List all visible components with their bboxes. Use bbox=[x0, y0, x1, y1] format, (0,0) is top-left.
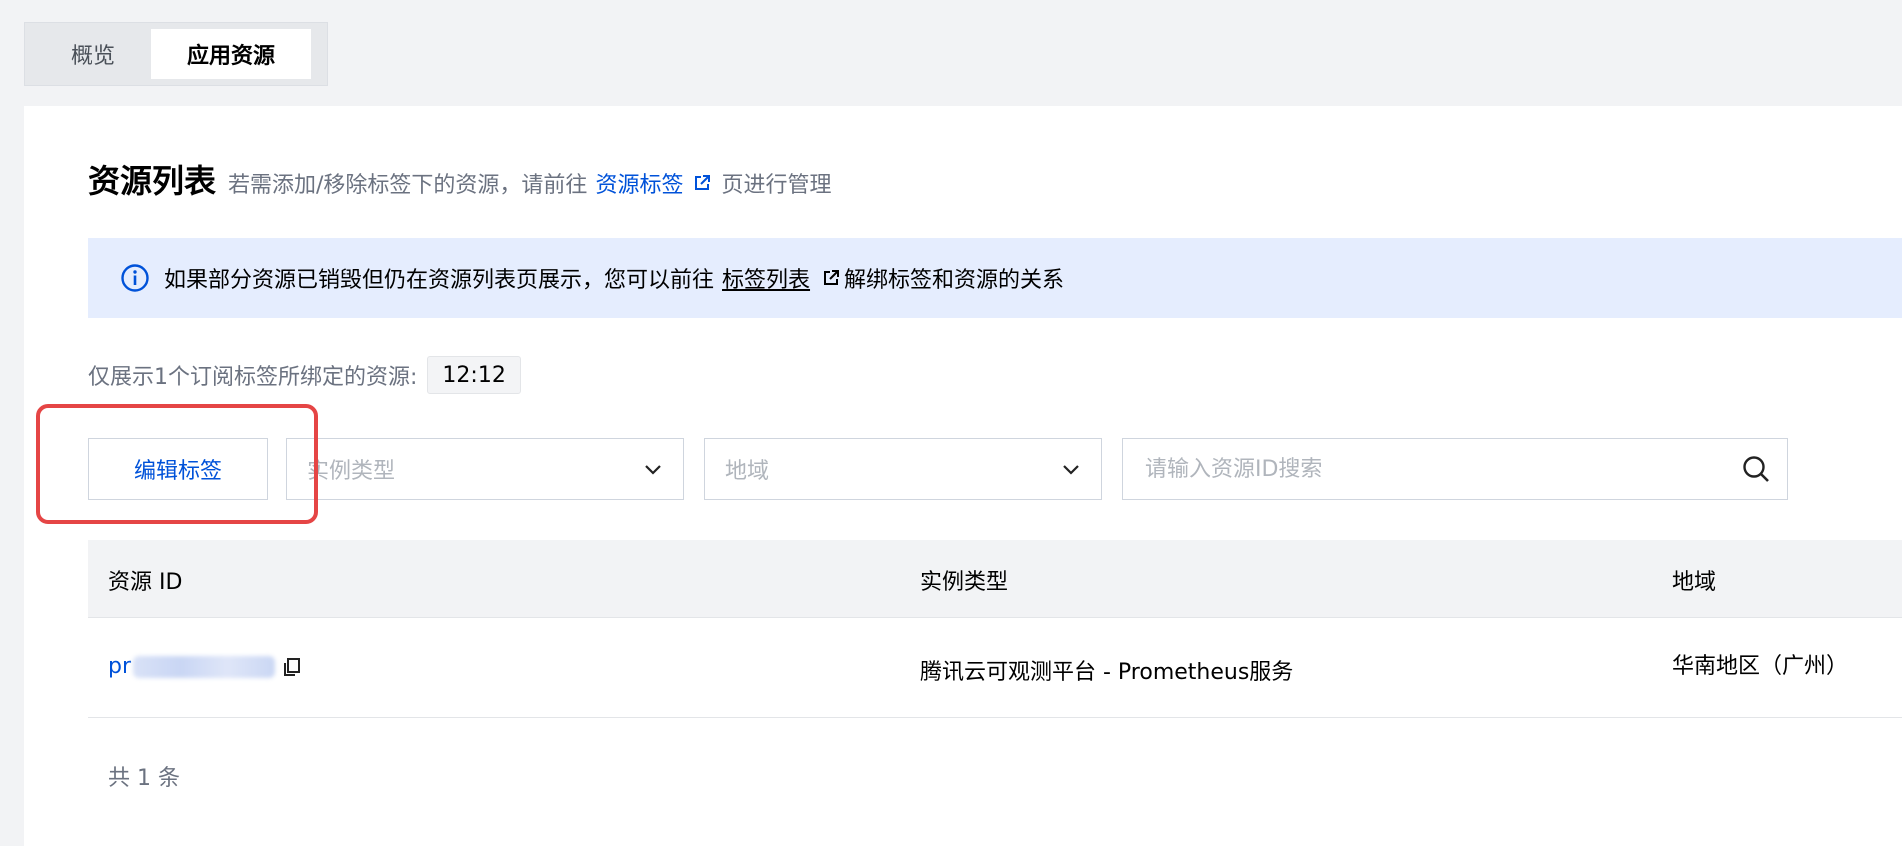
tag-list-link[interactable]: 标签列表 bbox=[722, 262, 810, 294]
page-description-suffix: 页进行管理 bbox=[721, 173, 832, 198]
region-select[interactable]: 地域 bbox=[704, 438, 1102, 500]
column-header-resource-id: 资源 ID bbox=[108, 570, 183, 595]
tab-overview[interactable]: 概览 bbox=[35, 29, 151, 79]
alert-text: 如果部分资源已销毁但仍在资源列表页展示，您可以前往 bbox=[164, 268, 715, 293]
resource-search bbox=[1122, 438, 1788, 500]
instance-type-cell: 腾讯云可观测平台 - Prometheus服务 bbox=[920, 660, 1294, 685]
table-row: pr 腾讯云可观测平台 - Prometheus服务 华南地区（广州） bbox=[88, 618, 1902, 718]
alert-text-suffix: 解绑标签和资源的关系 bbox=[844, 268, 1065, 293]
chevron-down-icon bbox=[645, 465, 661, 475]
chevron-down-icon bbox=[1063, 465, 1079, 475]
subscription-label: 仅展示1个订阅标签所绑定的资源: bbox=[88, 365, 418, 390]
redacted-id bbox=[133, 655, 276, 678]
external-link-icon[interactable] bbox=[693, 174, 711, 192]
page-title: 资源列表 bbox=[88, 162, 217, 200]
table-header: 资源 ID 实例类型 地域 bbox=[88, 540, 1902, 618]
tab-bar: 概览 应用资源 bbox=[24, 22, 328, 86]
info-alert: 如果部分资源已销毁但仍在资源列表页展示，您可以前往 标签列表 解绑标签和资源的关… bbox=[88, 238, 1902, 318]
edit-tags-button[interactable]: 编辑标签 bbox=[88, 438, 268, 500]
subscription-row: 仅展示1个订阅标签所绑定的资源: 12:12 bbox=[88, 356, 521, 394]
title-row: 资源列表 若需添加/移除标签下的资源，请前往 资源标签 页进行管理 bbox=[88, 156, 831, 202]
region-placeholder: 地域 bbox=[725, 459, 770, 484]
region-cell: 华南地区（广州） bbox=[1672, 654, 1849, 679]
subscription-tag: 12:12 bbox=[427, 356, 521, 394]
search-icon[interactable] bbox=[1741, 454, 1771, 484]
column-header-instance-type: 实例类型 bbox=[920, 570, 1009, 595]
external-link-icon[interactable] bbox=[822, 269, 840, 287]
page-description: 若需添加/移除标签下的资源，请前往 bbox=[228, 173, 588, 198]
resource-tag-link[interactable]: 资源标签 bbox=[595, 167, 683, 199]
copy-icon[interactable] bbox=[281, 656, 303, 678]
column-header-region: 地域 bbox=[1672, 570, 1717, 595]
total-count: 共 1 条 bbox=[108, 766, 180, 791]
resource-id-link[interactable]: pr bbox=[108, 654, 303, 679]
main-panel: 资源列表 若需添加/移除标签下的资源，请前往 资源标签 页进行管理 如果部分资源… bbox=[24, 106, 1902, 846]
resource-id-text: pr bbox=[108, 654, 132, 679]
instance-type-placeholder: 实例类型 bbox=[307, 459, 396, 484]
search-input[interactable] bbox=[1145, 456, 1741, 482]
instance-type-select[interactable]: 实例类型 bbox=[286, 438, 684, 500]
info-icon bbox=[121, 264, 149, 292]
tab-app-resources[interactable]: 应用资源 bbox=[151, 29, 312, 79]
